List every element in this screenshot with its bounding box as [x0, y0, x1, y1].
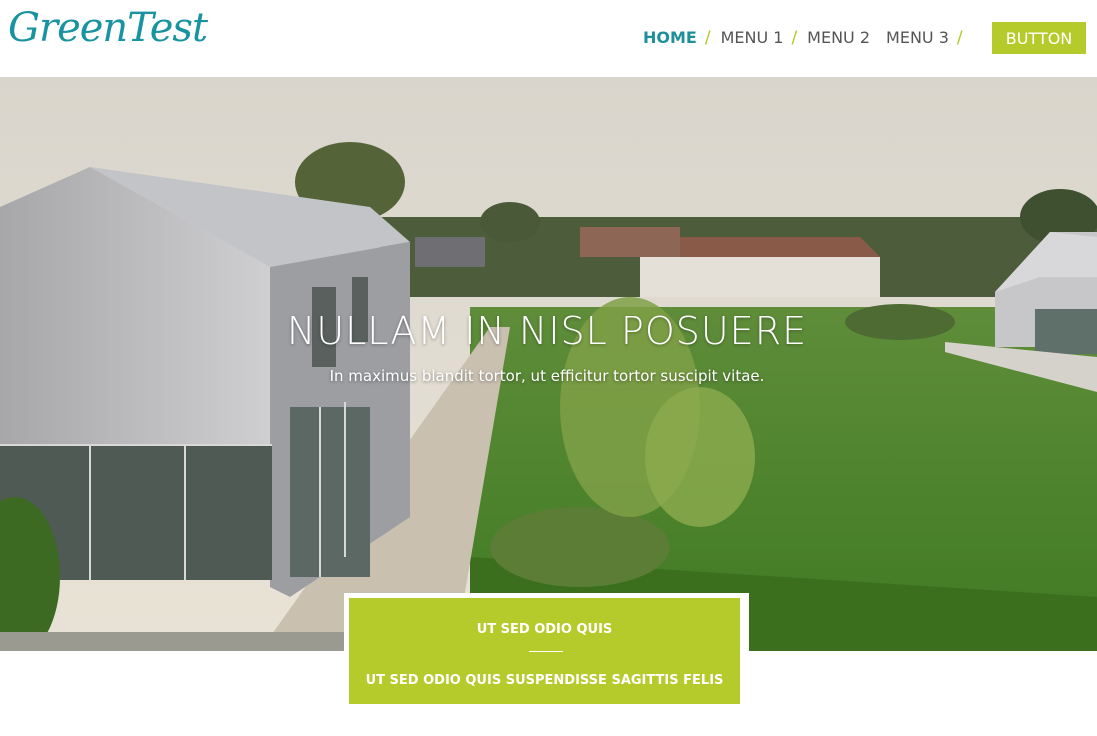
header-button[interactable]: BUTTON: [992, 22, 1086, 54]
hero-banner: NULLAM IN NISL POSUERE In maximus blandi…: [0, 77, 1097, 651]
cta-card-inner[interactable]: UT SED ODIO QUIS UT SED ODIO QUIS SUSPEN…: [349, 598, 740, 704]
hero-subtitle: In maximus blandit tortor, ut efficitur …: [329, 367, 765, 385]
nav-item-menu-3[interactable]: MENU 3: [886, 28, 949, 48]
main-nav: HOME / MENU 1 / MENU 2 MENU 3 /: [643, 28, 973, 48]
cta-text: UT SED ODIO QUIS SUSPENDISSE SAGITTIS FE…: [365, 673, 724, 688]
nav-separator: /: [704, 28, 711, 48]
cta-divider: [529, 651, 563, 652]
cta-card: UT SED ODIO QUIS UT SED ODIO QUIS SUSPEN…: [344, 593, 749, 709]
hero-title: NULLAM IN NISL POSUERE: [286, 309, 808, 353]
nav-item-home[interactable]: HOME: [643, 28, 697, 48]
nav-separator: /: [956, 28, 963, 48]
hero-image: [0, 77, 1097, 651]
logo[interactable]: GreenTest: [8, 8, 208, 48]
site-header: GreenTest HOME / MENU 1 / MENU 2 MENU 3 …: [0, 0, 1097, 77]
cta-heading: UT SED ODIO QUIS: [476, 622, 613, 637]
nav-item-menu-2[interactable]: MENU 2: [807, 28, 870, 48]
nav-item-menu-1[interactable]: MENU 1: [721, 28, 784, 48]
nav-separator: /: [791, 28, 798, 48]
